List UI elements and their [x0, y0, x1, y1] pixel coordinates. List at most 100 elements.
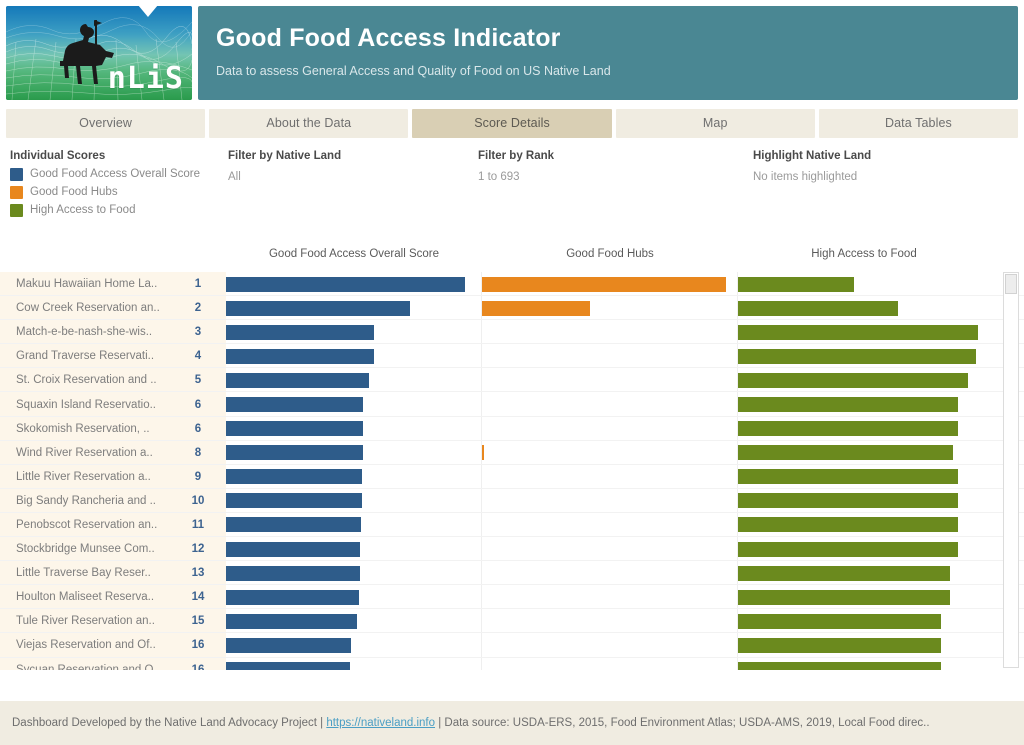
table-row[interactable]: Stockbridge Munsee Com.. 12	[0, 537, 1024, 562]
table-row[interactable]: Grand Traverse Reservati.. 4	[0, 344, 1024, 369]
bar-cell[interactable]	[226, 272, 482, 297]
bar-cell[interactable]	[482, 368, 738, 393]
bar-cell[interactable]	[226, 392, 482, 417]
bar[interactable]	[738, 469, 958, 485]
bar-cell[interactable]	[482, 416, 738, 441]
bar-cell[interactable]	[226, 609, 482, 634]
filter-native-land-value[interactable]: All	[228, 171, 478, 183]
bar-cell[interactable]	[738, 465, 990, 489]
bar-cell[interactable]	[738, 537, 990, 561]
bar[interactable]	[738, 348, 976, 364]
bar[interactable]	[738, 662, 941, 670]
bar-cell[interactable]	[226, 416, 482, 441]
bar-cell[interactable]	[738, 417, 990, 441]
bar-cell[interactable]	[226, 633, 482, 658]
bar-cell[interactable]	[482, 657, 738, 670]
bar-cell[interactable]	[482, 296, 738, 321]
bar[interactable]	[226, 276, 465, 292]
table-row[interactable]: Tule River Reservation an.. 15	[0, 609, 1024, 634]
bar-cell[interactable]	[482, 561, 738, 586]
bar[interactable]	[226, 589, 359, 605]
table-row[interactable]: Match-e-be-nash-she-wis.. 3	[0, 320, 1024, 345]
bar-cell[interactable]	[482, 272, 738, 297]
tab-map[interactable]: Map	[615, 109, 815, 138]
bar-cell[interactable]	[226, 368, 482, 393]
bar-cell[interactable]	[482, 344, 738, 369]
bar-cell[interactable]	[226, 561, 482, 586]
tab-overview[interactable]: Overview	[6, 109, 206, 138]
bar[interactable]	[226, 613, 357, 629]
bar-cell[interactable]	[226, 488, 482, 513]
table-row[interactable]: Viejas Reservation and Of.. 16	[0, 633, 1024, 658]
bar-cell[interactable]	[226, 464, 482, 489]
table-row[interactable]: Little River Reservation a.. 9	[0, 464, 1024, 489]
bar[interactable]	[738, 421, 958, 437]
bar-cell[interactable]	[738, 633, 990, 657]
bar[interactable]	[226, 300, 410, 316]
bar[interactable]	[738, 372, 968, 388]
bar-cell[interactable]	[226, 657, 482, 670]
tab-score-details[interactable]: Score Details	[412, 109, 612, 138]
bar[interactable]	[482, 276, 726, 292]
bar[interactable]	[226, 324, 374, 340]
chart-scrollbar-thumb[interactable]	[1005, 274, 1017, 294]
bar-cell[interactable]	[226, 320, 482, 345]
bar-cell[interactable]	[226, 537, 482, 562]
bar[interactable]	[226, 517, 361, 533]
table-row[interactable]: St. Croix Reservation and .. 5	[0, 368, 1024, 393]
bar[interactable]	[738, 589, 950, 605]
tab-about-the-data[interactable]: About the Data	[209, 109, 409, 138]
bar-cell[interactable]	[738, 489, 990, 513]
bar-cell[interactable]	[226, 440, 482, 465]
bar-cell[interactable]	[482, 320, 738, 345]
bar[interactable]	[226, 397, 363, 413]
bar-cell[interactable]	[738, 272, 990, 296]
bar-cell[interactable]	[738, 296, 990, 320]
bar[interactable]	[738, 300, 898, 316]
bar[interactable]	[738, 565, 950, 581]
bar-cell[interactable]	[482, 537, 738, 562]
bar-cell[interactable]	[482, 609, 738, 634]
legend-item[interactable]: Good Food Access Overall Score	[10, 166, 228, 182]
bar-cell[interactable]	[226, 296, 482, 321]
bar[interactable]	[226, 565, 360, 581]
bar-cell[interactable]	[738, 368, 990, 392]
bar[interactable]	[738, 445, 953, 461]
table-row[interactable]: Makuu Hawaiian Home La.. 1	[0, 272, 1024, 297]
table-row[interactable]: Sycuan Reservation and O.. 16	[0, 657, 1024, 670]
bar[interactable]	[738, 397, 958, 413]
bar[interactable]	[226, 493, 362, 509]
bar[interactable]	[738, 613, 941, 629]
bar-cell[interactable]	[738, 344, 990, 368]
filter-rank-value[interactable]: 1 to 693	[478, 171, 753, 183]
bar[interactable]	[738, 276, 854, 292]
table-row[interactable]: Big Sandy Rancheria and .. 10	[0, 488, 1024, 513]
legend-item[interactable]: High Access to Food	[10, 202, 228, 218]
bar-cell[interactable]	[482, 585, 738, 610]
filter-rank[interactable]: Filter by Rank 1 to 693	[478, 150, 753, 216]
bar-cell[interactable]	[738, 585, 990, 609]
bar-cell[interactable]	[482, 392, 738, 417]
bar[interactable]	[738, 637, 941, 653]
bar[interactable]	[226, 348, 374, 364]
table-row[interactable]: Houlton Maliseet Reserva.. 14	[0, 585, 1024, 610]
bar-cell[interactable]	[738, 561, 990, 585]
bar-cell[interactable]	[482, 488, 738, 513]
chart-scrollbar[interactable]	[1003, 272, 1019, 668]
highlight-native-land[interactable]: Highlight Native Land No items highlight…	[753, 150, 871, 216]
highlight-value[interactable]: No items highlighted	[753, 171, 871, 183]
bar[interactable]	[482, 445, 484, 461]
table-row[interactable]: Penobscot Reservation an.. 11	[0, 512, 1024, 538]
bar[interactable]	[226, 541, 360, 557]
filter-native-land[interactable]: Filter by Native Land All	[228, 150, 478, 216]
bar-cell[interactable]	[226, 585, 482, 610]
bar[interactable]	[226, 469, 362, 485]
bar[interactable]	[738, 493, 958, 509]
bar-cell[interactable]	[482, 512, 738, 538]
tab-data-tables[interactable]: Data Tables	[818, 109, 1019, 138]
table-row[interactable]: Little Traverse Bay Reser.. 13	[0, 561, 1024, 586]
bar[interactable]	[226, 662, 350, 670]
table-row[interactable]: Wind River Reservation a.. 8	[0, 440, 1024, 465]
bar-cell[interactable]	[482, 464, 738, 489]
bar[interactable]	[738, 517, 958, 533]
